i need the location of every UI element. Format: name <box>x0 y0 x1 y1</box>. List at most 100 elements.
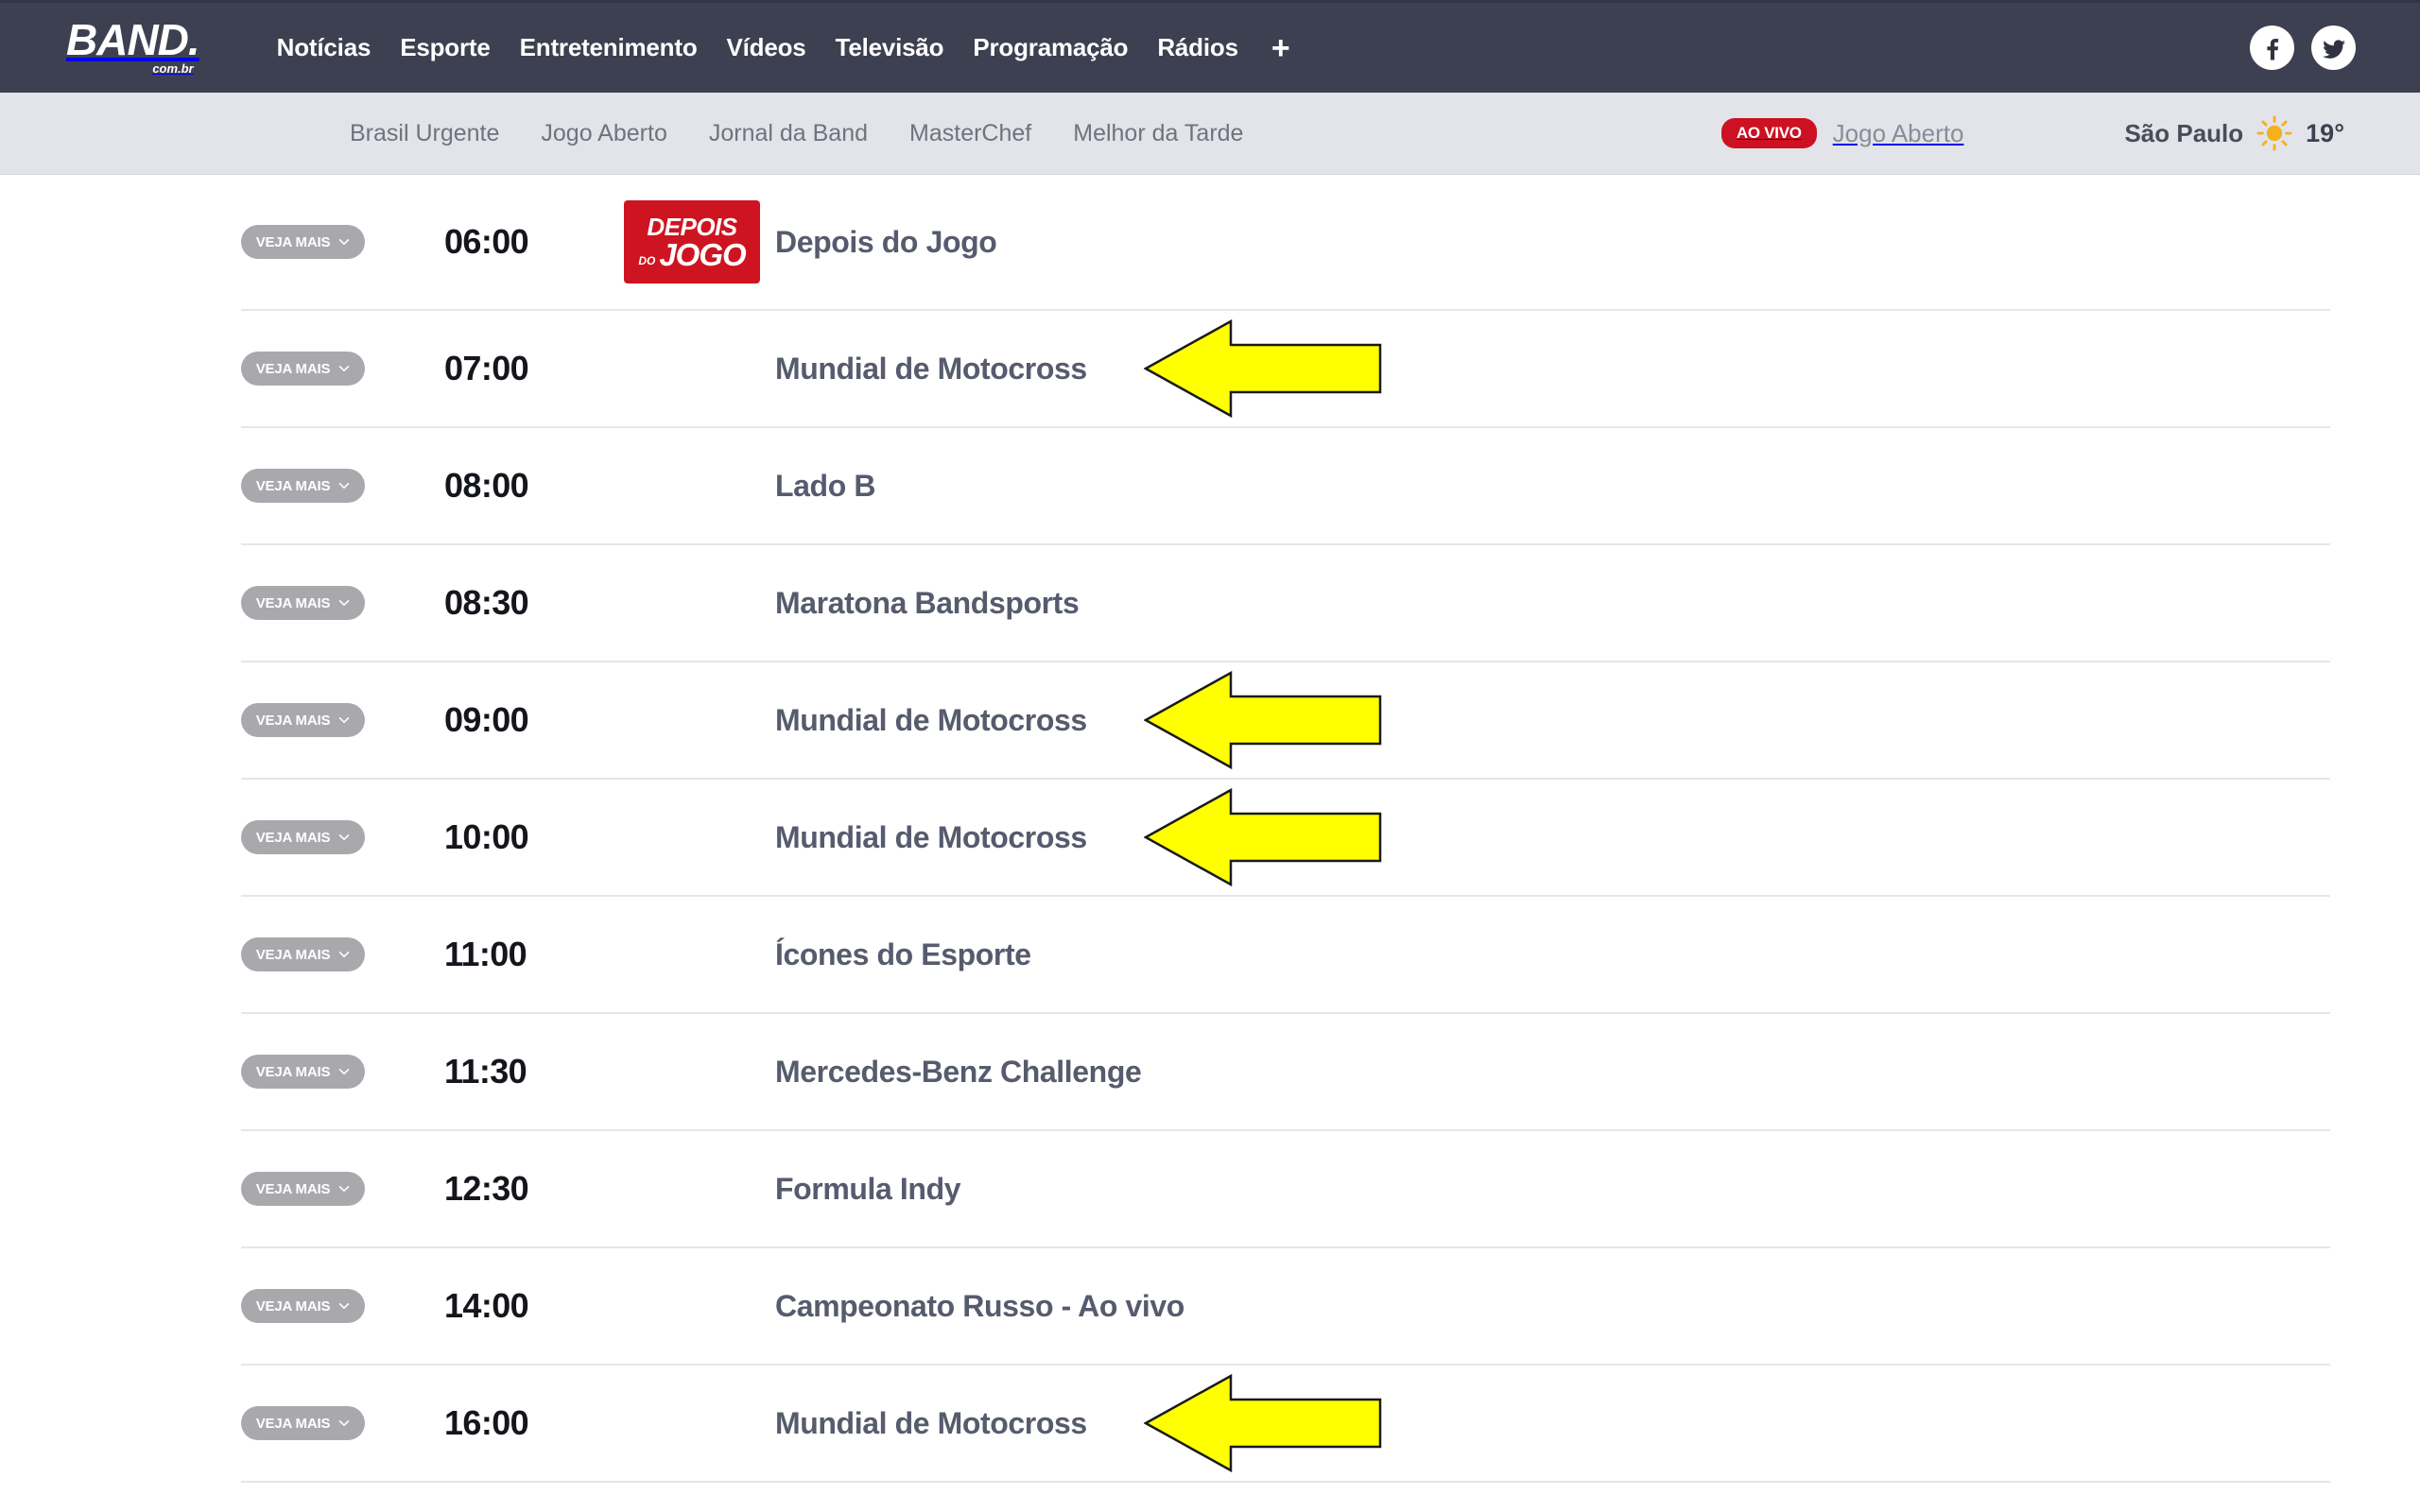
table-row[interactable]: VEJA MAIS 07:00 Mundial de Motocross <box>241 311 2330 428</box>
program-title[interactable]: Formula Indy <box>775 1172 2330 1207</box>
secondary-navigation-bar: Brasil Urgente Jogo Aberto Jornal da Ban… <box>0 93 2420 175</box>
veja-mais-button[interactable]: VEJA MAIS <box>241 1289 365 1323</box>
subnav-item-masterchef[interactable]: MasterChef <box>909 120 1031 147</box>
program-title[interactable]: Mundial de Motocross <box>775 703 2330 738</box>
thumb-line-1: DEPOIS <box>647 212 737 241</box>
table-row[interactable]: VEJA MAIS 08:00 Lado B <box>241 428 2330 545</box>
veja-mais-label: VEJA MAIS <box>255 829 331 846</box>
program-schedule-list: VEJA MAIS 06:00 DEPOIS DO JOGO Depois do… <box>0 175 2420 1483</box>
veja-mais-button[interactable]: VEJA MAIS <box>241 820 365 854</box>
table-row[interactable]: VEJA MAIS 11:30 Mercedes-Benz Challenge <box>241 1014 2330 1131</box>
depois-do-jogo-logo: DEPOIS DO JOGO <box>624 200 760 284</box>
veja-mais-label: VEJA MAIS <box>255 360 331 377</box>
veja-mais-button[interactable]: VEJA MAIS <box>241 352 365 386</box>
table-row[interactable]: VEJA MAIS 12:30 Formula Indy <box>241 1131 2330 1248</box>
live-now-link[interactable]: AO VIVO Jogo Aberto <box>1720 118 1964 148</box>
program-time: 06:00 <box>444 222 529 261</box>
veja-mais-button[interactable]: VEJA MAIS <box>241 1055 365 1089</box>
chevron-down-icon <box>338 834 350 840</box>
veja-mais-label: VEJA MAIS <box>255 1415 331 1432</box>
nav-item-radios[interactable]: Rádios <box>1157 33 1238 62</box>
subnav-item-brasil-urgente[interactable]: Brasil Urgente <box>350 120 499 147</box>
program-time: 09:00 <box>444 700 529 739</box>
chevron-down-icon <box>338 483 350 489</box>
nav-item-programacao[interactable]: Programação <box>973 33 1128 62</box>
program-time: 08:30 <box>444 583 529 622</box>
program-time: 11:00 <box>444 935 527 973</box>
veja-mais-label: VEJA MAIS <box>255 233 331 250</box>
live-badge: AO VIVO <box>1720 118 1817 148</box>
program-title[interactable]: Ícones do Esporte <box>775 937 2330 972</box>
veja-mais-button[interactable]: VEJA MAIS <box>241 703 365 737</box>
nav-item-noticias[interactable]: Notícias <box>277 33 372 62</box>
program-title[interactable]: Maratona Bandsports <box>775 586 2330 621</box>
thumb-line-2: JOGO <box>659 236 746 272</box>
veja-mais-button[interactable]: VEJA MAIS <box>241 469 365 503</box>
veja-mais-label: VEJA MAIS <box>255 946 331 963</box>
table-row[interactable]: VEJA MAIS 10:00 Mundial de Motocross <box>241 780 2330 897</box>
subnav-item-jornal-da-band[interactable]: Jornal da Band <box>709 120 868 147</box>
table-row[interactable]: VEJA MAIS 06:00 DEPOIS DO JOGO Depois do… <box>241 175 2330 311</box>
veja-mais-label: VEJA MAIS <box>255 477 331 494</box>
subnav-item-jogo-aberto[interactable]: Jogo Aberto <box>541 120 666 147</box>
veja-mais-label: VEJA MAIS <box>255 1063 331 1080</box>
thumb-line-mid: DO <box>638 253 656 267</box>
program-time: 11:30 <box>444 1052 527 1091</box>
program-time: 12:30 <box>444 1169 529 1208</box>
program-title[interactable]: Campeonato Russo - Ao vivo <box>775 1289 2330 1324</box>
facebook-icon[interactable] <box>2250 26 2294 70</box>
program-title[interactable]: Depois do Jogo <box>775 225 2330 260</box>
table-row[interactable]: VEJA MAIS 11:00 Ícones do Esporte <box>241 897 2330 1014</box>
social-links <box>2250 26 2356 70</box>
chevron-down-icon <box>338 1420 350 1426</box>
nav-item-televisao[interactable]: Televisão <box>836 33 944 62</box>
table-row[interactable]: VEJA MAIS 08:30 Maratona Bandsports <box>241 545 2330 662</box>
chevron-down-icon <box>338 366 350 371</box>
table-row[interactable]: VEJA MAIS 14:00 Campeonato Russo - Ao vi… <box>241 1248 2330 1366</box>
veja-mais-label: VEJA MAIS <box>255 1180 331 1197</box>
nav-item-entretenimento[interactable]: Entretenimento <box>520 33 698 62</box>
veja-mais-button[interactable]: VEJA MAIS <box>241 1172 365 1206</box>
program-title[interactable]: Mundial de Motocross <box>775 1406 2330 1441</box>
twitter-icon[interactable] <box>2311 26 2356 70</box>
chevron-down-icon <box>338 1069 350 1074</box>
program-title[interactable]: Mercedes-Benz Challenge <box>775 1055 2330 1090</box>
veja-mais-button[interactable]: VEJA MAIS <box>241 1406 365 1440</box>
main-nav: Notícias Esporte Entretenimento Vídeos T… <box>277 32 2250 64</box>
chevron-down-icon <box>338 239 350 245</box>
veja-mais-label: VEJA MAIS <box>255 712 331 729</box>
nav-item-esporte[interactable]: Esporte <box>400 33 491 62</box>
program-time: 08:00 <box>444 466 529 505</box>
program-time: 07:00 <box>444 349 529 387</box>
sun-icon <box>2256 114 2293 152</box>
veja-mais-label: VEJA MAIS <box>255 1297 331 1314</box>
veja-mais-button[interactable]: VEJA MAIS <box>241 225 365 259</box>
table-row[interactable]: VEJA MAIS 09:00 Mundial de Motocross <box>241 662 2330 780</box>
veja-mais-label: VEJA MAIS <box>255 594 331 611</box>
chevron-down-icon <box>338 717 350 723</box>
veja-mais-button[interactable]: VEJA MAIS <box>241 586 365 620</box>
program-thumbnail-slot: DEPOIS DO JOGO <box>624 200 775 284</box>
subnav-item-melhor-da-tarde[interactable]: Melhor da Tarde <box>1073 120 1243 147</box>
band-logo-subtitle: com.br <box>152 61 194 77</box>
program-title[interactable]: Mundial de Motocross <box>775 352 2330 387</box>
chevron-down-icon <box>338 1186 350 1192</box>
top-navigation-bar: BAND. com.br Notícias Esporte Entretenim… <box>0 0 2420 93</box>
weather-city: São Paulo <box>2124 118 2244 147</box>
band-logo[interactable]: BAND. com.br <box>66 18 200 77</box>
veja-mais-button[interactable]: VEJA MAIS <box>241 937 365 971</box>
weather-widget[interactable]: São Paulo 19° <box>2124 114 2344 152</box>
nav-item-videos[interactable]: Vídeos <box>727 33 806 62</box>
program-time: 16:00 <box>444 1403 529 1442</box>
program-title[interactable]: Lado B <box>775 469 2330 504</box>
program-shortcuts-nav: Brasil Urgente Jogo Aberto Jornal da Ban… <box>350 120 1243 147</box>
chevron-down-icon <box>338 1303 350 1309</box>
weather-temperature: 19° <box>2306 118 2344 147</box>
nav-more-plus-icon[interactable]: + <box>1271 32 1290 64</box>
program-time: 14:00 <box>444 1286 529 1325</box>
program-time: 10:00 <box>444 817 529 856</box>
chevron-down-icon <box>338 600 350 606</box>
table-row[interactable]: VEJA MAIS 16:00 Mundial de Motocross <box>241 1366 2330 1483</box>
program-title[interactable]: Mundial de Motocross <box>775 820 2330 855</box>
live-program-label: Jogo Aberto <box>1832 118 1964 147</box>
